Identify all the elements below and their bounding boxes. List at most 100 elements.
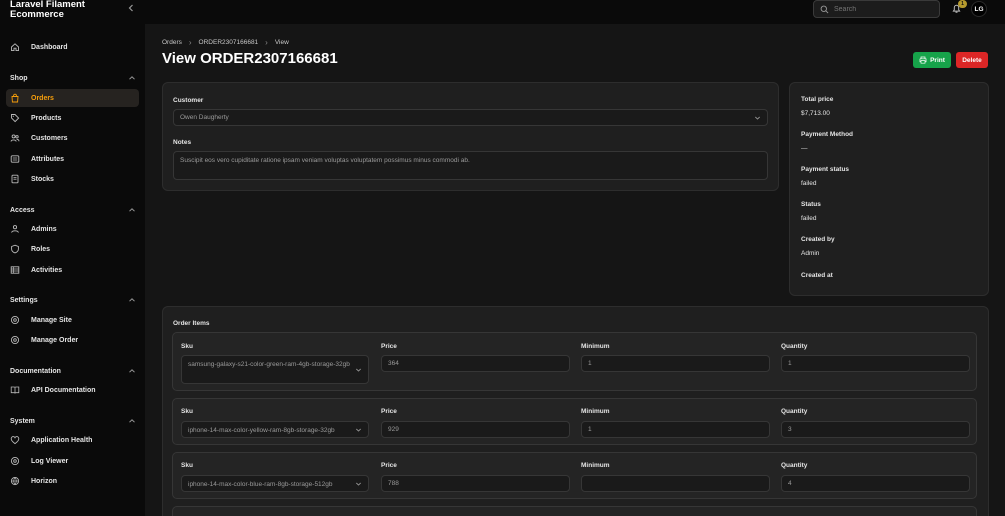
breadcrumb-view: View	[274, 39, 289, 46]
globe-icon	[10, 476, 20, 486]
sidebar-item-manage-site[interactable]: Manage Site	[6, 311, 139, 329]
notes-value: Suscipit eos vero cupiditate ratione ips…	[180, 157, 470, 164]
quantity-input[interactable]: 3	[781, 421, 970, 438]
sidebar-item-label: Orders	[31, 94, 54, 102]
breadcrumb-orders[interactable]: Orders	[162, 39, 182, 46]
status-value: failed	[801, 215, 817, 222]
sku-select[interactable]: iphone-14-max-color-yellow-ram-8gb-stora…	[181, 421, 369, 438]
sidebar-item-activities[interactable]: Activities	[6, 261, 139, 279]
search-icon	[820, 5, 829, 13]
chevron-up-icon	[129, 208, 135, 212]
search-input[interactable]	[834, 5, 924, 13]
avatar[interactable]: LG	[971, 1, 987, 17]
minimum-header: Minimum	[581, 462, 610, 469]
nav-group-shop[interactable]: Shop	[10, 74, 136, 82]
chevron-down-icon	[356, 482, 361, 486]
sidebar-item-orders[interactable]: Orders	[6, 89, 139, 107]
minimum-input[interactable]	[581, 475, 770, 492]
page-title: View ORDER2307166681	[162, 50, 338, 67]
sidebar-item-dashboard[interactable]: Dashboard	[6, 38, 139, 56]
price-input[interactable]: 364	[381, 355, 570, 372]
group-label: Shop	[10, 74, 28, 82]
created-by-value: Admin	[801, 250, 820, 257]
sidebar-item-label: Manage Order	[31, 336, 79, 344]
price-header: Price	[381, 462, 397, 469]
brand-line-2: Ecommerce	[10, 9, 64, 20]
search-box[interactable]	[813, 0, 940, 18]
sidebar-item-log-viewer[interactable]: Log Viewer	[6, 452, 139, 470]
user-group-icon	[10, 224, 20, 234]
breadcrumb-order[interactable]: ORDER2307166681	[199, 39, 259, 46]
price-input[interactable]: 929	[381, 421, 570, 438]
sidebar-item-label: Activities	[31, 266, 63, 274]
sidebar-item-app-health[interactable]: Application Health	[6, 431, 139, 449]
quantity-value: 3	[788, 426, 792, 433]
print-button[interactable]: Print	[913, 52, 951, 68]
cog-icon	[10, 335, 20, 345]
chevron-down-icon	[356, 428, 361, 432]
quantity-header: Quantity	[781, 408, 808, 415]
payment-status-label: Payment status	[801, 166, 850, 173]
nav-group-system[interactable]: System	[10, 417, 136, 425]
notes-textarea[interactable]: Suscipit eos vero cupiditate ratione ips…	[173, 151, 768, 180]
nav-group-access[interactable]: Access	[10, 206, 136, 214]
sidebar-item-products[interactable]: Products	[6, 109, 139, 127]
chevron-down-icon	[755, 116, 760, 120]
chevron-right-icon: ›	[265, 38, 268, 47]
status-label: Status	[801, 201, 821, 208]
payment-status-value: failed	[801, 180, 817, 187]
tag-icon	[10, 113, 20, 123]
sidebar-item-attributes[interactable]: Attributes	[6, 150, 139, 168]
sidebar-item-label: Horizon	[31, 477, 58, 485]
nav-group-documentation[interactable]: Documentation	[10, 367, 136, 375]
total-price-value: $7,713.00	[801, 110, 830, 117]
price-input[interactable]: 788	[381, 475, 570, 492]
quantity-input[interactable]: 4	[781, 475, 970, 492]
topbar: 1 LG	[145, 0, 1005, 24]
order-item-row: Sku Price Minimum Quantity samsung-galax…	[172, 332, 977, 391]
minimum-value: 1	[588, 360, 592, 367]
chevron-up-icon	[129, 419, 135, 423]
home-icon	[10, 42, 20, 52]
brand-title[interactable]: Laravel Filament Ecommerce	[10, 0, 85, 20]
sku-select[interactable]: samsung-galaxy-s21-color-green-ram-4gb-s…	[181, 355, 369, 384]
breadcrumb: Orders › ORDER2307166681 › View	[162, 38, 289, 47]
sku-header: Sku	[181, 408, 193, 415]
gear-icon	[10, 315, 20, 325]
customer-select[interactable]: Owen Daugherty	[173, 109, 768, 126]
sidebar-item-api-docs[interactable]: API Documentation	[6, 381, 139, 399]
sidebar-item-label: API Documentation	[31, 386, 96, 394]
sidebar-item-stocks[interactable]: Stocks	[6, 170, 139, 188]
delete-label: Delete	[962, 56, 982, 64]
minimum-input[interactable]: 1	[581, 421, 770, 438]
sku-value: iphone-14-max-color-blue-ram-8gb-storage…	[188, 481, 333, 488]
minimum-header: Minimum	[581, 408, 610, 415]
sidebar-item-label: Customers	[31, 134, 68, 142]
chevron-up-icon	[129, 298, 135, 302]
print-label: Print	[930, 56, 945, 64]
sidebar-item-label: Roles	[31, 245, 51, 253]
sidebar-item-roles[interactable]: Roles	[6, 240, 139, 258]
nav-group-settings[interactable]: Settings	[10, 296, 136, 304]
created-at-label: Created at	[801, 272, 833, 279]
minimum-input[interactable]: 1	[581, 355, 770, 372]
sidebar-item-manage-order[interactable]: Manage Order	[6, 331, 139, 349]
table-icon	[10, 265, 20, 275]
sidebar-item-admins[interactable]: Admins	[6, 220, 139, 238]
chevron-right-icon: ›	[188, 38, 192, 47]
sidebar-item-label: Manage Site	[31, 316, 72, 324]
list-icon	[10, 154, 20, 164]
quantity-input[interactable]: 1	[781, 355, 970, 372]
collapse-sidebar-icon[interactable]	[126, 3, 136, 13]
sidebar-item-horizon[interactable]: Horizon	[6, 472, 139, 490]
sidebar-item-customers[interactable]: Customers	[6, 129, 139, 147]
sku-select[interactable]: iphone-14-max-color-blue-ram-8gb-storage…	[181, 475, 369, 492]
minimum-header: Minimum	[581, 343, 610, 350]
users-icon	[10, 133, 20, 143]
sidebar-item-label: Stocks	[31, 175, 54, 183]
archive-icon	[10, 174, 20, 184]
delete-button[interactable]: Delete	[956, 52, 988, 68]
sidebar-item-label: Dashboard	[31, 43, 68, 51]
book-icon	[10, 385, 20, 395]
customer-value: Owen Daugherty	[180, 114, 229, 121]
